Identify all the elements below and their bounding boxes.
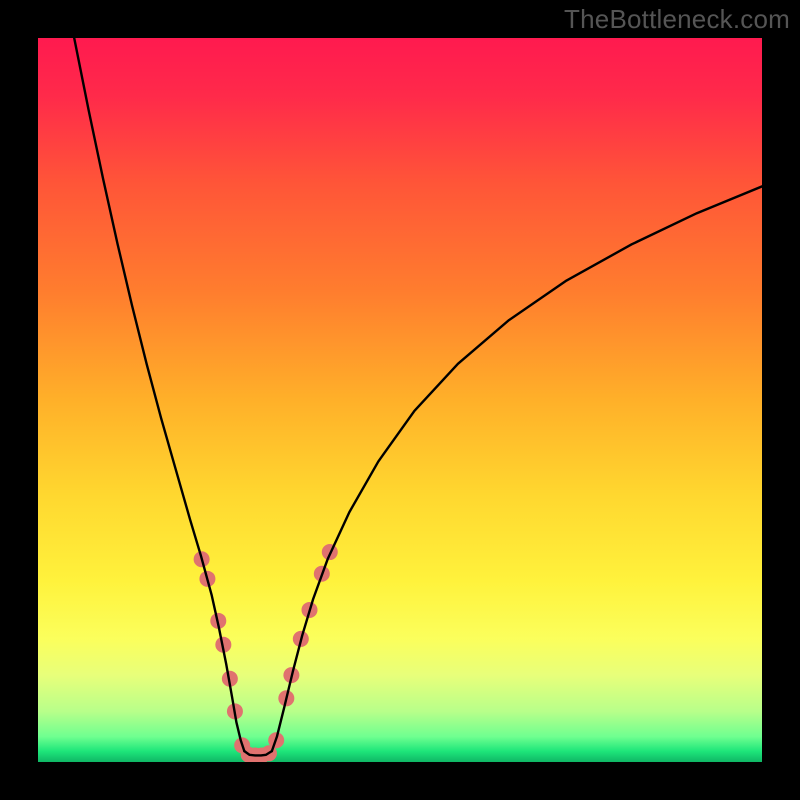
watermark-text: TheBottleneck.com bbox=[564, 4, 790, 35]
gradient-background bbox=[38, 38, 762, 762]
chart-frame: TheBottleneck.com bbox=[0, 0, 800, 800]
plot-area bbox=[38, 38, 762, 762]
chart-svg bbox=[38, 38, 762, 762]
